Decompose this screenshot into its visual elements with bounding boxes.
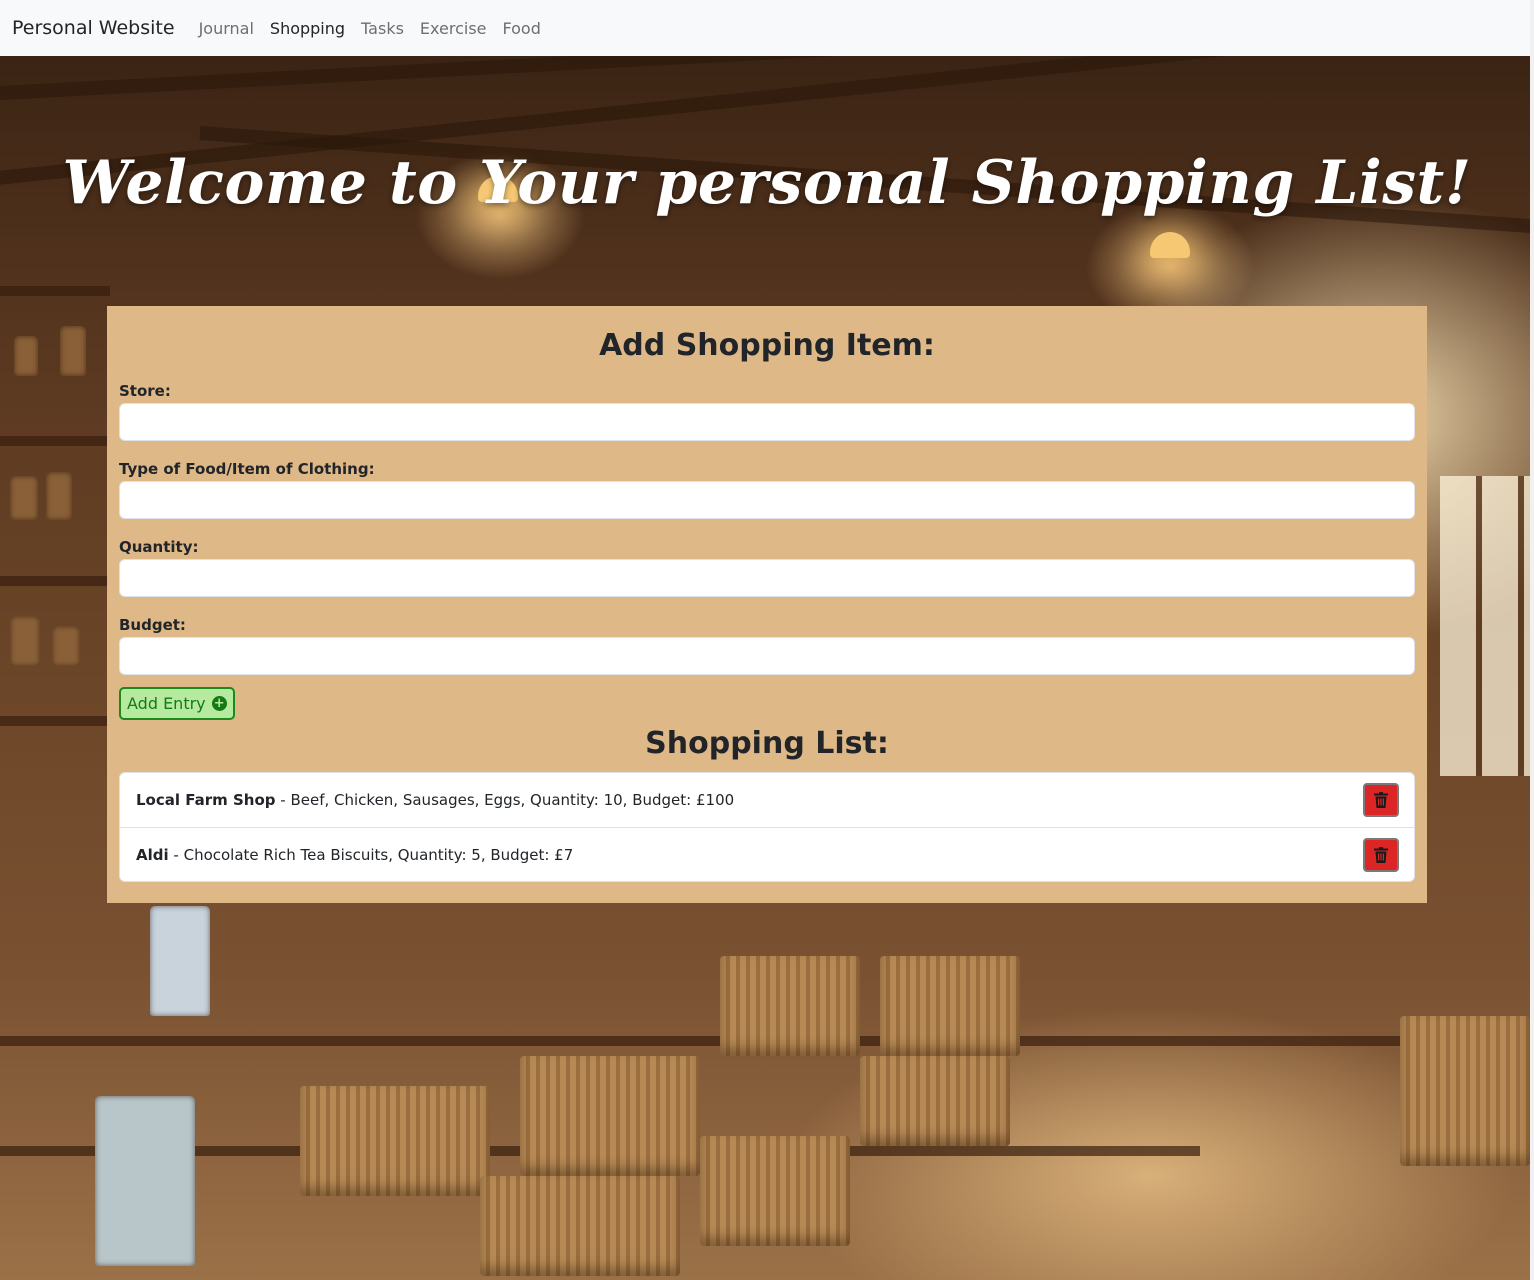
nav-link-shopping[interactable]: Shopping <box>270 19 345 38</box>
nav-link-exercise[interactable]: Exercise <box>420 19 487 38</box>
plus-circle-icon: + <box>211 696 227 711</box>
shopping-card: Add Shopping Item: Store: Type of Food/I… <box>107 306 1427 903</box>
list-item: Local Farm Shop - Beef, Chicken, Sausage… <box>120 773 1414 827</box>
budget-input[interactable] <box>119 637 1415 675</box>
store-label: Store: <box>119 382 171 400</box>
delete-button[interactable] <box>1363 783 1399 817</box>
nav-link-tasks[interactable]: Tasks <box>361 19 404 38</box>
brand-link[interactable]: Personal Website <box>12 17 175 39</box>
top-navbar: Personal Website Journal Shopping Tasks … <box>0 0 1534 56</box>
list-item-text: Local Farm Shop - Beef, Chicken, Sausage… <box>136 791 734 809</box>
quantity-input[interactable] <box>119 559 1415 597</box>
nav-link-food[interactable]: Food <box>503 19 541 38</box>
add-entry-button[interactable]: Add Entry + <box>119 687 235 720</box>
list-title: Shopping List: <box>645 726 889 761</box>
page-headline: Welcome to Your personal Shopping List! <box>62 148 1472 219</box>
item-input[interactable] <box>119 481 1415 519</box>
list-item-text: Aldi - Chocolate Rich Tea Biscuits, Quan… <box>136 846 573 864</box>
list-item-details: - Chocolate Rich Tea Biscuits, Quantity:… <box>168 845 574 864</box>
list-item: Aldi - Chocolate Rich Tea Biscuits, Quan… <box>120 827 1414 881</box>
list-item-details: - Beef, Chicken, Sausages, Eggs, Quantit… <box>275 791 735 809</box>
scrollbar[interactable] <box>1530 0 1534 1280</box>
form-title: Add Shopping Item: <box>599 328 935 363</box>
budget-label: Budget: <box>119 616 186 634</box>
delete-button[interactable] <box>1363 837 1399 872</box>
trash-icon <box>1374 792 1388 808</box>
quantity-label: Quantity: <box>119 538 199 556</box>
store-input[interactable] <box>119 403 1415 441</box>
nav-link-journal[interactable]: Journal <box>199 19 254 38</box>
shopping-list: Local Farm Shop - Beef, Chicken, Sausage… <box>119 772 1415 882</box>
list-item-store: Aldi <box>136 845 169 864</box>
add-entry-label: Add Entry <box>127 694 206 713</box>
item-label: Type of Food/Item of Clothing: <box>119 460 375 478</box>
list-item-store: Local Farm Shop <box>136 791 276 809</box>
trash-icon <box>1374 846 1388 863</box>
